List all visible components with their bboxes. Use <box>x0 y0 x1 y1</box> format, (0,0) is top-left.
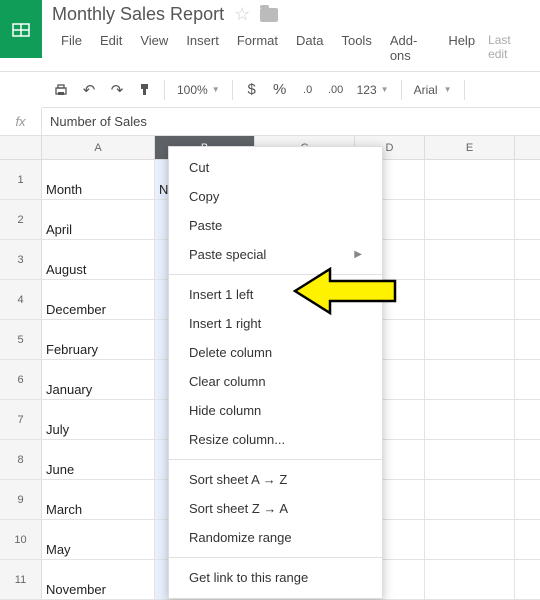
toolbar: ↶ ↷ 100%▼ $ % .0 .00 123▼ Arial▼ <box>42 72 540 108</box>
redo-icon[interactable]: ↷ <box>104 77 130 103</box>
last-edit-text: Last edit <box>484 29 530 67</box>
folder-icon[interactable] <box>260 8 278 22</box>
separator <box>169 459 382 460</box>
submenu-arrow-icon: ▶ <box>354 249 362 260</box>
cell[interactable]: June <box>42 440 155 479</box>
cell[interactable] <box>425 240 515 279</box>
cell[interactable] <box>425 400 515 439</box>
column-header-a[interactable]: A <box>42 136 155 159</box>
cell[interactable]: November <box>42 560 155 599</box>
menu-file[interactable]: File <box>52 29 91 67</box>
ctx-insert-right[interactable]: Insert 1 right <box>169 309 382 338</box>
cell[interactable]: December <box>42 280 155 319</box>
row-header[interactable]: 11 <box>0 560 42 599</box>
cell[interactable] <box>425 280 515 319</box>
row-header[interactable]: 8 <box>0 440 42 479</box>
undo-icon[interactable]: ↶ <box>76 77 102 103</box>
select-all-corner[interactable] <box>0 136 42 159</box>
cell[interactable]: April <box>42 200 155 239</box>
cell[interactable]: Month <box>42 160 155 199</box>
document-title[interactable]: Monthly Sales Report <box>52 4 224 25</box>
row-header[interactable]: 5 <box>0 320 42 359</box>
number-format-select[interactable]: 123▼ <box>351 83 395 97</box>
cell[interactable]: March <box>42 480 155 519</box>
ctx-hide-column[interactable]: Hide column <box>169 396 382 425</box>
cell[interactable] <box>425 560 515 599</box>
cell[interactable] <box>425 440 515 479</box>
separator <box>169 274 382 275</box>
decrease-decimal-button[interactable]: .0 <box>295 77 321 103</box>
separator <box>169 557 382 558</box>
cell[interactable] <box>425 200 515 239</box>
menu-data[interactable]: Data <box>287 29 332 67</box>
row-header[interactable]: 2 <box>0 200 42 239</box>
paint-format-icon[interactable] <box>132 77 158 103</box>
cell[interactable] <box>425 320 515 359</box>
sheets-logo[interactable] <box>0 0 42 58</box>
ctx-cut[interactable]: Cut <box>169 153 382 182</box>
ctx-delete-column[interactable]: Delete column <box>169 338 382 367</box>
ctx-sort-az[interactable]: Sort sheet A → Z <box>169 465 382 494</box>
cell[interactable]: January <box>42 360 155 399</box>
percent-button[interactable]: % <box>267 77 293 103</box>
menu-help[interactable]: Help <box>439 29 484 67</box>
font-select[interactable]: Arial▼ <box>408 83 458 97</box>
column-header-e[interactable]: E <box>425 136 515 159</box>
cell[interactable]: May <box>42 520 155 559</box>
increase-decimal-button[interactable]: .00 <box>323 77 349 103</box>
currency-button[interactable]: $ <box>239 77 265 103</box>
ctx-insert-left[interactable]: Insert 1 left <box>169 280 382 309</box>
row-header[interactable]: 7 <box>0 400 42 439</box>
cell[interactable] <box>425 360 515 399</box>
ctx-sort-za[interactable]: Sort sheet Z → A <box>169 494 382 523</box>
menu-view[interactable]: View <box>131 29 177 67</box>
cell[interactable]: August <box>42 240 155 279</box>
menu-addons[interactable]: Add-ons <box>381 29 439 67</box>
row-header[interactable]: 3 <box>0 240 42 279</box>
menu-format[interactable]: Format <box>228 29 287 67</box>
print-icon[interactable] <box>48 77 74 103</box>
ctx-clear-column[interactable]: Clear column <box>169 367 382 396</box>
formula-input[interactable]: Number of Sales <box>42 114 155 129</box>
row-header[interactable]: 10 <box>0 520 42 559</box>
fx-label: fx <box>0 108 42 135</box>
context-menu: Cut Copy Paste Paste special▶ Insert 1 l… <box>168 146 383 599</box>
ctx-paste-special[interactable]: Paste special▶ <box>169 240 382 269</box>
row-header[interactable]: 6 <box>0 360 42 399</box>
ctx-resize-column[interactable]: Resize column... <box>169 425 382 454</box>
ctx-get-link[interactable]: Get link to this range <box>169 563 382 592</box>
cell[interactable] <box>425 520 515 559</box>
cell[interactable] <box>425 160 515 199</box>
menu-insert[interactable]: Insert <box>177 29 228 67</box>
ctx-paste[interactable]: Paste <box>169 211 382 240</box>
ctx-copy[interactable]: Copy <box>169 182 382 211</box>
cell[interactable] <box>425 480 515 519</box>
cell[interactable]: July <box>42 400 155 439</box>
row-header[interactable]: 9 <box>0 480 42 519</box>
zoom-select[interactable]: 100%▼ <box>171 83 226 97</box>
menu-edit[interactable]: Edit <box>91 29 131 67</box>
cell[interactable]: February <box>42 320 155 359</box>
star-icon[interactable]: ☆ <box>234 4 250 25</box>
ctx-randomize[interactable]: Randomize range <box>169 523 382 552</box>
row-header[interactable]: 4 <box>0 280 42 319</box>
menu-tools[interactable]: Tools <box>332 29 380 67</box>
row-header[interactable]: 1 <box>0 160 42 199</box>
